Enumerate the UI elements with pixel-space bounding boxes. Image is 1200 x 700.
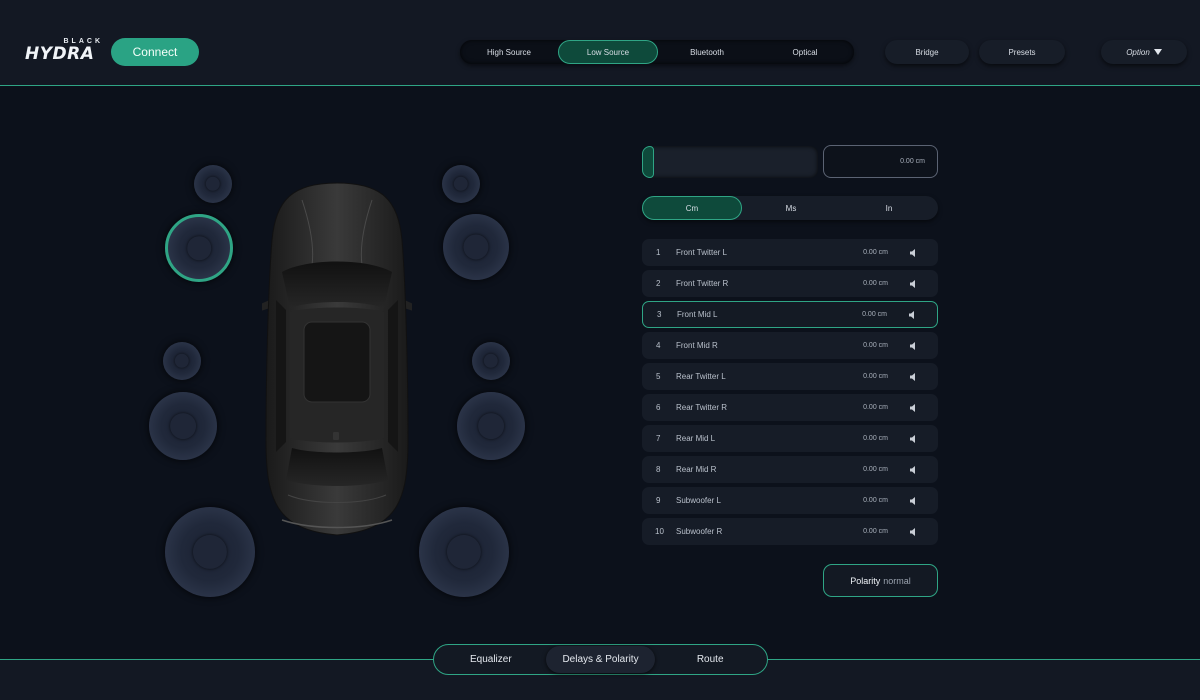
channel-row[interactable]: 6 Rear Twitter R 0.00 cm xyxy=(642,394,938,421)
speaker-icon[interactable] xyxy=(904,494,924,508)
channel-name: Rear Mid R xyxy=(676,465,717,474)
source-tab-low[interactable]: Low Source xyxy=(558,40,658,64)
channel-number: 9 xyxy=(656,496,661,505)
channel-delay-value: 0.00 cm xyxy=(863,342,888,349)
channel-name: Rear Mid L xyxy=(676,434,716,443)
channel-name: Subwoofer R xyxy=(676,527,723,536)
speaker-rear-twitter-r[interactable] xyxy=(472,342,510,380)
speaker-front-twitter-l[interactable] xyxy=(194,165,232,203)
speaker-icon[interactable] xyxy=(904,432,924,446)
channel-number: 7 xyxy=(656,434,661,443)
channel-row[interactable]: 10 Subwoofer R 0.00 cm xyxy=(642,518,938,545)
unit-tab-in[interactable]: In xyxy=(840,196,938,220)
channel-name: Subwoofer L xyxy=(676,496,721,505)
connect-button[interactable]: Connect xyxy=(111,38,199,66)
channel-name: Front Twitter L xyxy=(676,248,727,257)
speaker-rear-mid-l[interactable] xyxy=(149,392,217,460)
channel-number: 3 xyxy=(657,310,662,319)
channel-delay-value: 0.00 cm xyxy=(863,249,888,256)
channel-delay-value: 0.00 cm xyxy=(863,373,888,380)
channel-name: Rear Twitter L xyxy=(676,372,726,381)
channel-name: Rear Twitter R xyxy=(676,403,727,412)
channel-delay-value: 0.00 cm xyxy=(863,528,888,535)
unit-tab-ms[interactable]: Ms xyxy=(742,196,840,220)
channel-number: 5 xyxy=(656,372,661,381)
car-top-view xyxy=(262,182,412,536)
channel-delay-value: 0.00 cm xyxy=(862,311,887,318)
channel-name: Front Mid L xyxy=(677,310,718,319)
tab-route[interactable]: Route xyxy=(655,646,765,673)
unit-tab-cm[interactable]: Cm xyxy=(642,196,742,220)
speaker-icon[interactable] xyxy=(904,525,924,539)
delay-value-text: 0.00 cm xyxy=(900,158,925,165)
speaker-front-mid-l[interactable] xyxy=(165,214,233,282)
source-selector: High Source Low Source Bluetooth Optical xyxy=(460,40,854,64)
speaker-rear-twitter-l[interactable] xyxy=(163,342,201,380)
speaker-rear-mid-r[interactable] xyxy=(457,392,525,460)
channel-delay-value: 0.00 cm xyxy=(863,466,888,473)
speaker-subwoofer-l[interactable] xyxy=(165,507,255,597)
channel-name: Front Mid R xyxy=(676,341,718,350)
tab-equalizer[interactable]: Equalizer xyxy=(436,646,546,673)
speaker-front-mid-r[interactable] xyxy=(443,214,509,280)
bridge-button[interactable]: Bridge xyxy=(885,40,969,64)
channel-row[interactable]: 9 Subwoofer L 0.00 cm xyxy=(642,487,938,514)
channel-number: 8 xyxy=(656,465,661,474)
channel-number: 4 xyxy=(656,341,661,350)
unit-selector: Cm Ms In xyxy=(642,196,938,220)
channel-name: Front Twitter R xyxy=(676,279,729,288)
channel-row[interactable]: 4 Front Mid R 0.00 cm xyxy=(642,332,938,359)
speaker-icon[interactable] xyxy=(903,308,923,322)
option-label: Option xyxy=(1126,47,1150,57)
delay-slider-handle[interactable] xyxy=(642,146,654,178)
option-dropdown[interactable]: Option xyxy=(1101,40,1187,64)
speaker-icon[interactable] xyxy=(904,277,924,291)
channel-row[interactable]: 8 Rear Mid R 0.00 cm xyxy=(642,456,938,483)
channel-delay-value: 0.00 cm xyxy=(863,435,888,442)
channel-delay-value: 0.00 cm xyxy=(863,497,888,504)
channel-delay-value: 0.00 cm xyxy=(863,280,888,287)
speaker-icon[interactable] xyxy=(904,246,924,260)
speaker-icon[interactable] xyxy=(904,370,924,384)
speaker-front-twitter-r[interactable] xyxy=(442,165,480,203)
polarity-label: Polarity xyxy=(850,575,881,586)
channel-number: 10 xyxy=(655,527,664,536)
speaker-icon[interactable] xyxy=(904,339,924,353)
channel-number: 6 xyxy=(656,403,661,412)
presets-button[interactable]: Presets xyxy=(979,40,1065,64)
source-tab-bluetooth[interactable]: Bluetooth xyxy=(658,40,756,64)
polarity-value: normal xyxy=(883,575,911,586)
source-tab-optical[interactable]: Optical xyxy=(756,40,854,64)
channel-row[interactable]: 7 Rear Mid L 0.00 cm xyxy=(642,425,938,452)
source-tab-high[interactable]: High Source xyxy=(460,40,558,64)
speaker-subwoofer-r[interactable] xyxy=(419,507,509,597)
tab-delays-polarity[interactable]: Delays & Polarity xyxy=(545,646,656,673)
top-bar: BLACK HYDRA Connect High Source Low Sour… xyxy=(0,0,1200,86)
channel-number: 1 xyxy=(656,248,661,257)
bottom-navigation: Equalizer Delays & Polarity Route xyxy=(433,644,768,675)
logo-big-text: HYDRA xyxy=(25,44,95,64)
triangle-down-icon xyxy=(1153,49,1162,55)
channel-row[interactable]: 2 Front Twitter R 0.00 cm xyxy=(642,270,938,297)
channel-delay-value: 0.00 cm xyxy=(863,404,888,411)
black-hydra-logo: BLACK HYDRA xyxy=(25,38,105,64)
speaker-icon[interactable] xyxy=(904,401,924,415)
channel-number: 2 xyxy=(656,279,661,288)
channel-row[interactable]: 1 Front Twitter L 0.00 cm xyxy=(642,239,938,266)
speaker-icon[interactable] xyxy=(904,463,924,477)
channel-row-selected[interactable]: 3 Front Mid L 0.00 cm xyxy=(642,301,938,328)
polarity-button[interactable]: Polarity normal xyxy=(823,564,938,597)
delay-slider[interactable] xyxy=(642,146,818,178)
channel-row[interactable]: 5 Rear Twitter L 0.00 cm xyxy=(642,363,938,390)
delay-value-field[interactable]: 0.00 cm xyxy=(823,145,938,178)
